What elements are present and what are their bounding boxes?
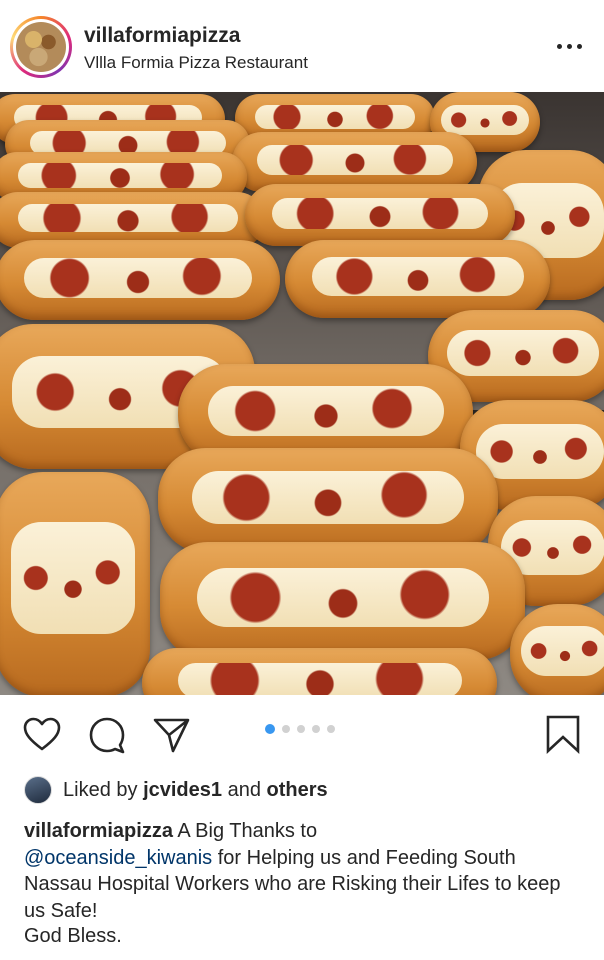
carousel-dot [312, 725, 320, 733]
sandwich [285, 240, 550, 318]
post-header: villaformiapizza Vllla Formia Pizza Rest… [0, 0, 604, 92]
caption-username[interactable]: villaformiapizza [24, 820, 173, 842]
avatar-image [16, 22, 66, 72]
sandwich [510, 604, 604, 695]
liker-avatar[interactable] [24, 776, 52, 804]
carousel-dot [327, 725, 335, 733]
caption-signoff: God Bless. [24, 925, 122, 947]
profile-avatar-story-ring[interactable] [10, 16, 72, 78]
sandwich [158, 448, 498, 553]
likes-prefix: Liked by [63, 779, 144, 801]
carousel-dot [282, 725, 290, 733]
likes-others[interactable]: others [267, 779, 328, 801]
comment-icon[interactable] [87, 715, 127, 755]
likes-summary[interactable]: Liked by jcvides1 and others [63, 779, 328, 802]
sandwich [232, 132, 477, 192]
post-photo[interactable] [0, 92, 604, 695]
likes-middle: and [222, 779, 267, 801]
sandwich [142, 648, 497, 695]
sandwich [0, 240, 280, 320]
carousel-dot-active [265, 724, 275, 734]
likes-row: Liked by jcvides1 and others [0, 772, 604, 808]
caption-text: A Big Thanks to [172, 820, 318, 842]
post-username[interactable]: villaformiapizza [84, 24, 240, 48]
carousel-dot [297, 725, 305, 733]
post-location[interactable]: Vllla Formia Pizza Restaurant [84, 53, 308, 73]
liker-username[interactable]: jcvides1 [143, 779, 222, 801]
sandwich [160, 542, 525, 660]
paper-plane-icon[interactable] [151, 715, 191, 755]
heart-icon[interactable] [22, 715, 62, 755]
sandwich [0, 472, 150, 695]
caption-mention[interactable]: @oceanside_kiwanis [24, 847, 212, 869]
post-actions-bar [0, 695, 604, 775]
profile-avatar[interactable] [13, 19, 69, 75]
post-caption: villaformiapizza A Big Thanks to @oceans… [24, 818, 584, 924]
bookmark-icon[interactable] [543, 713, 583, 755]
more-horizontal-icon[interactable] [554, 36, 586, 56]
sandwich [245, 184, 515, 246]
